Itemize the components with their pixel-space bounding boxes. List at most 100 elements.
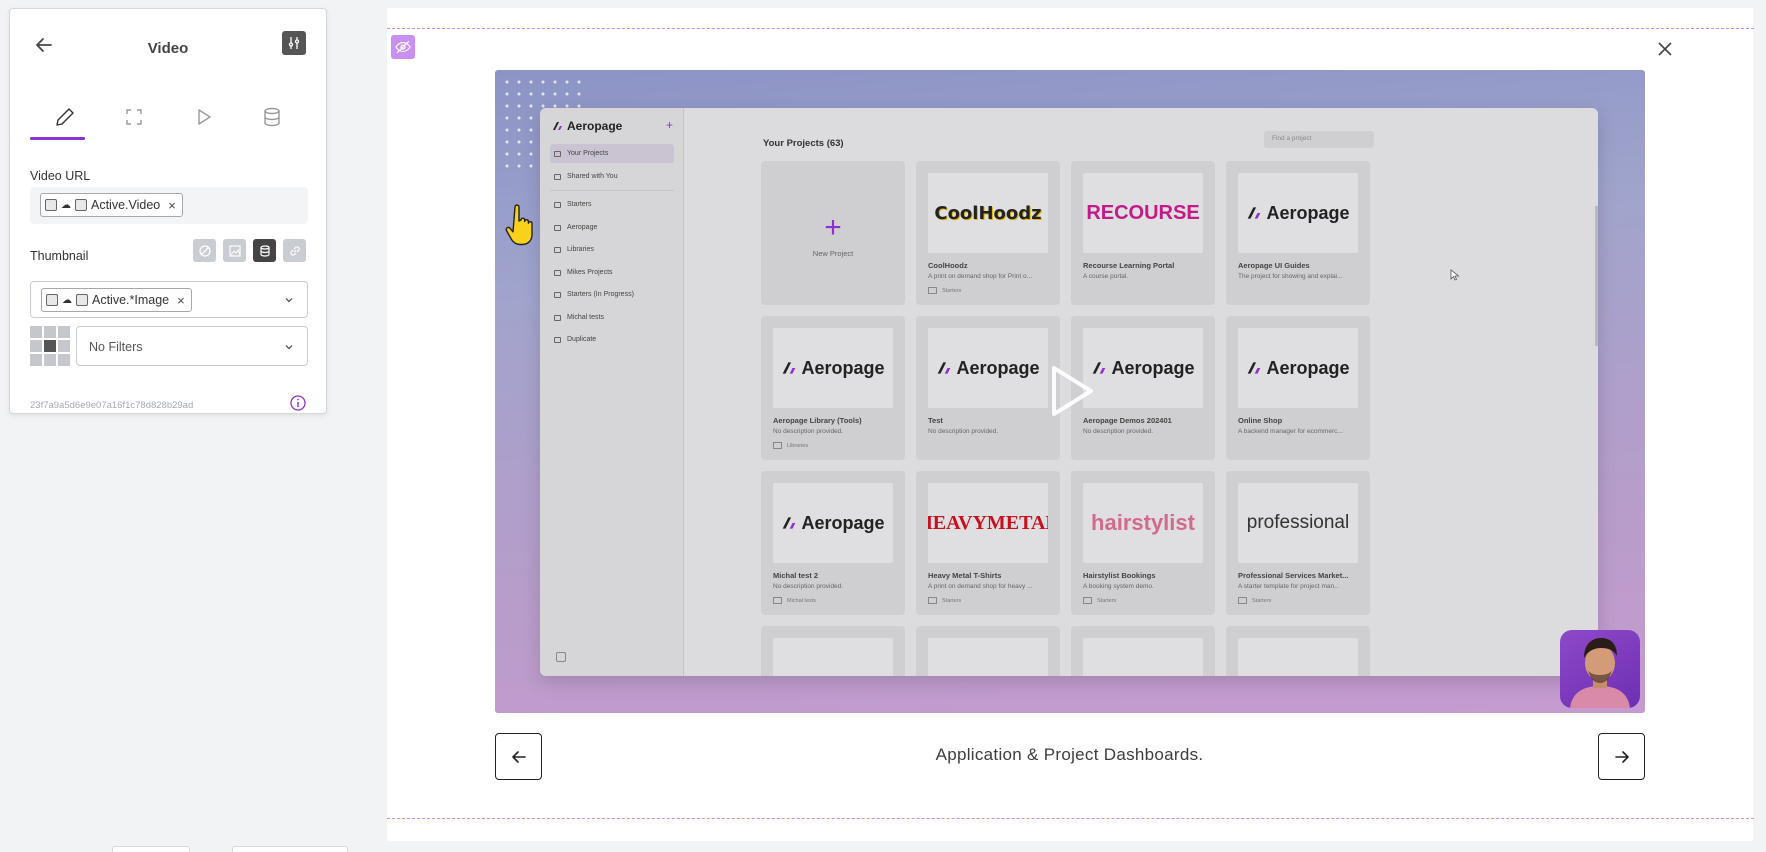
project-logo: CoolHoodz bbox=[928, 173, 1048, 253]
project-logo: RECOURSE bbox=[1083, 173, 1203, 253]
app-nav-label: Shared with You bbox=[567, 173, 618, 180]
filters-select[interactable]: No Filters bbox=[76, 326, 308, 366]
project-card: RECOURSE Recourse Learning Portal A cour… bbox=[1071, 161, 1215, 305]
bottom-tab-1[interactable] bbox=[112, 846, 190, 852]
app-nav-item: Mikes Projects bbox=[550, 263, 674, 282]
aeropage-logo-icon bbox=[1248, 207, 1261, 219]
next-button[interactable] bbox=[1598, 733, 1645, 780]
project-desc: No description provided. bbox=[773, 583, 844, 590]
app-divider bbox=[550, 190, 674, 191]
folder-icon bbox=[554, 336, 561, 343]
app-nav-label: Starters (In Progress) bbox=[567, 291, 634, 298]
database-source-icon[interactable] bbox=[253, 239, 276, 262]
close-icon[interactable] bbox=[1655, 39, 1675, 59]
project-thumb bbox=[1083, 638, 1203, 676]
project-thumb bbox=[773, 638, 893, 676]
project-card bbox=[1226, 626, 1370, 676]
people-icon bbox=[554, 173, 561, 180]
thumbnail-tag[interactable]: ☁ Active.*Image × bbox=[41, 288, 192, 312]
bottom-tab-2[interactable] bbox=[232, 846, 348, 852]
app-nav-label: Starters bbox=[567, 201, 592, 208]
project-title: Aeropage UI Guides bbox=[1238, 261, 1310, 270]
field-type-icon bbox=[46, 294, 58, 306]
app-search: Find a project bbox=[1264, 131, 1374, 148]
arrow-right-icon bbox=[1614, 750, 1629, 763]
app-scrollbar bbox=[1595, 206, 1598, 346]
plus-icon: + bbox=[824, 211, 842, 244]
project-folder: Starters bbox=[1083, 597, 1116, 604]
slide-caption: Application & Project Dashboards. bbox=[935, 745, 1204, 764]
project-logo: professional bbox=[1238, 483, 1358, 563]
project-folder: Michal tests bbox=[773, 597, 816, 604]
thumbnail-label: Thumbnail bbox=[30, 249, 89, 263]
app-nav-item: Starters bbox=[550, 195, 674, 214]
image-source-icon[interactable] bbox=[223, 239, 246, 262]
project-title: Michal test 2 bbox=[773, 571, 819, 580]
tab-actions[interactable] bbox=[168, 97, 237, 141]
project-desc: No description provided. bbox=[928, 428, 999, 435]
selection-guide-bottom bbox=[387, 818, 1754, 819]
project-desc: A starter template for project man... bbox=[1238, 583, 1340, 590]
cloud-icon: ☁ bbox=[62, 294, 72, 306]
previous-button[interactable] bbox=[495, 733, 542, 780]
project-title: Aeropage Demos 202401 bbox=[1083, 416, 1172, 425]
link-source-icon[interactable] bbox=[283, 239, 306, 262]
folder-icon bbox=[554, 291, 561, 298]
tab-edit[interactable] bbox=[30, 97, 99, 141]
filter-grid-icon[interactable] bbox=[30, 326, 70, 366]
chevron-down-icon[interactable] bbox=[283, 294, 295, 306]
panel-tabs bbox=[30, 97, 306, 141]
project-thumb bbox=[928, 638, 1048, 676]
remove-tag-icon[interactable]: × bbox=[177, 293, 185, 308]
aeropage-logo-icon bbox=[938, 362, 951, 374]
panel-title: Video bbox=[147, 40, 189, 57]
cloud-icon: ☁ bbox=[61, 199, 71, 211]
project-desc: No description provided. bbox=[773, 428, 844, 435]
project-title: Hairstylist Bookings bbox=[1083, 571, 1156, 580]
trash-icon bbox=[556, 652, 566, 662]
video-url-tag-label: Active.Video bbox=[91, 198, 161, 212]
pencil-icon bbox=[55, 108, 74, 126]
project-title: Test bbox=[928, 416, 943, 425]
tab-data[interactable] bbox=[237, 97, 306, 141]
info-icon[interactable] bbox=[289, 394, 307, 417]
remove-tag-icon[interactable]: × bbox=[168, 198, 176, 213]
settings-toggle-button[interactable] bbox=[282, 31, 306, 55]
play-overlay-icon[interactable] bbox=[1050, 365, 1094, 417]
video-url-tag[interactable]: ☁ Active.Video × bbox=[40, 193, 183, 217]
app-nav-item: Michal tests bbox=[550, 308, 674, 327]
project-card: Aeropage Test No description provided. bbox=[916, 316, 1060, 460]
presenter-avatar bbox=[1570, 638, 1630, 708]
project-title: Professional Services Market... bbox=[1238, 571, 1349, 580]
folder-icon bbox=[554, 224, 561, 231]
project-folder: Starters bbox=[1238, 597, 1271, 604]
eye-off-icon[interactable] bbox=[391, 35, 415, 59]
selection-guide-top bbox=[387, 28, 1754, 29]
aeropage-logo-icon bbox=[783, 517, 796, 529]
project-title: Aeropage Library (Tools) bbox=[773, 416, 862, 425]
thumbnail-field[interactable]: ☁ Active.*Image × bbox=[30, 281, 308, 318]
project-logo: HEAVYMETAL bbox=[928, 483, 1048, 563]
video-player[interactable]: Aeropage + Your Projects Shared with You… bbox=[495, 70, 1645, 713]
project-title: Heavy Metal T-Shirts bbox=[928, 571, 1002, 580]
image-icon bbox=[76, 294, 88, 306]
image-icon bbox=[75, 199, 87, 211]
new-project-card: + New Project bbox=[761, 161, 905, 305]
chevron-down-icon bbox=[285, 345, 293, 350]
field-type-icon bbox=[45, 199, 57, 211]
tab-layout[interactable] bbox=[99, 97, 168, 141]
project-card: Aeropage Michal test 2 No description pr… bbox=[761, 471, 905, 615]
video-url-field[interactable]: ☁ Active.Video × bbox=[30, 187, 308, 224]
project-desc: A print on demand shop for heavy ... bbox=[928, 583, 1033, 590]
project-title: CoolHoodz bbox=[928, 261, 968, 270]
panel-header: Video bbox=[10, 9, 326, 75]
mouse-cursor-icon bbox=[1450, 269, 1460, 281]
aeropage-logo-icon bbox=[783, 362, 796, 374]
folder-icon bbox=[554, 314, 561, 321]
project-card: Aeropage Aeropage UI Guides The project … bbox=[1226, 161, 1370, 305]
project-logo: hairstylist bbox=[1083, 483, 1203, 563]
project-desc: A booking system demo. bbox=[1083, 583, 1154, 590]
none-source-icon[interactable] bbox=[193, 239, 216, 262]
app-nav-label: Mikes Projects bbox=[567, 269, 613, 276]
app-nav-label: Duplicate bbox=[567, 336, 597, 343]
